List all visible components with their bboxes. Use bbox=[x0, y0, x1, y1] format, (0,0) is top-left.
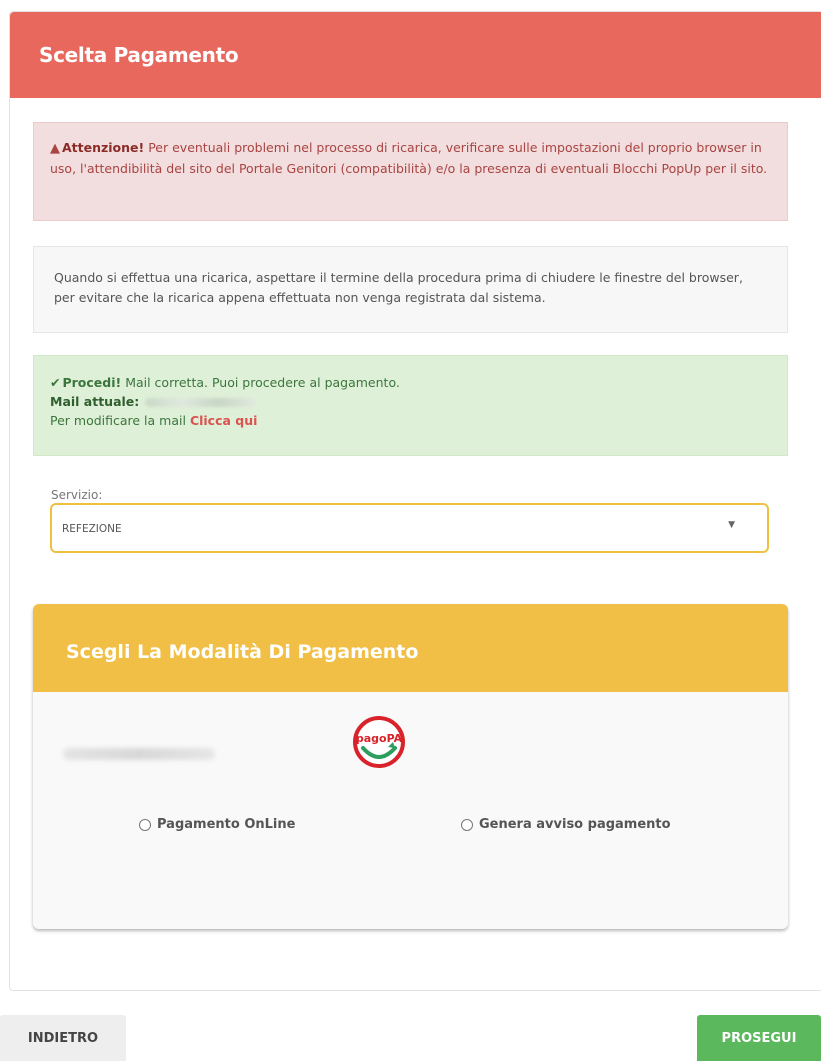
modify-line: Per modificare la mail Clicca qui bbox=[50, 411, 771, 430]
radio-avviso-label: Genera avviso pagamento bbox=[479, 817, 671, 832]
continue-button[interactable]: PROSEGUI bbox=[697, 1015, 821, 1061]
svg-text:pagoPA: pagoPA bbox=[356, 732, 403, 745]
panel-title: Scelta Pagamento bbox=[39, 43, 239, 67]
payment-method-card: Scegli La Modalità Di Pagamento pagoPA P… bbox=[33, 604, 788, 929]
proceed-text: Mail corretta. Puoi procedere al pagamen… bbox=[121, 375, 400, 390]
back-button[interactable]: INDIETRO bbox=[0, 1015, 126, 1061]
recharge-note-text: Quando si effettua una ricarica, aspetta… bbox=[54, 270, 743, 305]
radio-genera-avviso[interactable]: Genera avviso pagamento bbox=[461, 817, 671, 832]
proceed-label: Procedi! bbox=[62, 375, 122, 390]
servizio-label: Servizio: bbox=[51, 488, 103, 502]
servizio-select[interactable]: REFEZIONE ▼ bbox=[50, 503, 769, 553]
mail-success-alert: ✔ Procedi! Mail corretta. Puoi procedere … bbox=[33, 355, 788, 456]
radio-circle-icon bbox=[461, 818, 473, 831]
blurred-email bbox=[145, 398, 256, 407]
proceed-line: ✔ Procedi! Mail corretta. Puoi procedere … bbox=[50, 373, 771, 392]
attention-text: Per eventuali problemi nel processo di r… bbox=[50, 140, 768, 176]
mail-line: Mail attuale: bbox=[50, 392, 771, 411]
attention-label: Attenzione! bbox=[62, 140, 145, 155]
caret-down-icon: ▼ bbox=[728, 520, 735, 530]
mail-label: Mail attuale: bbox=[50, 394, 140, 409]
warning-icon: ▲ bbox=[50, 141, 60, 156]
modify-text: Per modificare la mail bbox=[50, 413, 190, 428]
payment-header: Scegli La Modalità Di Pagamento bbox=[33, 604, 788, 692]
panel-header: Scelta Pagamento bbox=[10, 12, 821, 98]
modify-mail-link[interactable]: Clicca qui bbox=[190, 413, 257, 428]
blurred-text bbox=[63, 748, 215, 760]
recharge-note: Quando si effettua una ricarica, aspetta… bbox=[33, 246, 788, 333]
payment-title: Scegli La Modalità Di Pagamento bbox=[66, 641, 419, 663]
check-icon: ✔ bbox=[50, 375, 61, 390]
radio-online-label: Pagamento OnLine bbox=[157, 817, 296, 832]
radio-circle-icon bbox=[139, 818, 151, 831]
attention-alert: ▲ Attenzione! Per eventuali problemi nel … bbox=[33, 122, 788, 221]
pagopa-logo-icon: pagoPA bbox=[353, 716, 405, 768]
servizio-value: REFEZIONE bbox=[62, 523, 122, 535]
radio-pagamento-online[interactable]: Pagamento OnLine bbox=[139, 817, 295, 832]
